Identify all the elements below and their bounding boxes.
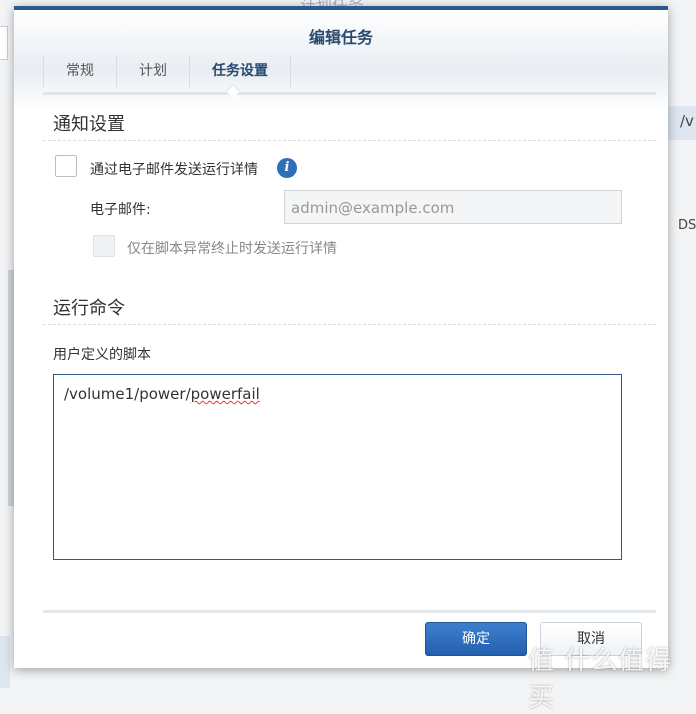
divider xyxy=(43,324,656,325)
dialog-header: 编辑任务 常规 计划 任务设置 xyxy=(14,10,668,110)
dialog-title: 编辑任务 xyxy=(308,28,373,47)
background-panel xyxy=(0,26,8,60)
ok-button[interactable]: 确定 xyxy=(425,622,527,656)
background-row-text: /v xyxy=(668,106,696,140)
email-label: 电子邮件: xyxy=(90,202,151,218)
notify-section-title: 通知设置 xyxy=(53,114,125,135)
footer-divider xyxy=(43,610,656,613)
tab-bar: 常规 计划 任务设置 xyxy=(43,55,291,87)
edit-task-dialog: 编辑任务 常规 计划 任务设置 通知设置 通过电子邮件发送运行详情 i 电子邮件… xyxy=(14,6,668,668)
info-icon[interactable]: i xyxy=(277,158,297,178)
background-selected-item xyxy=(0,636,10,688)
email-input[interactable]: admin@example.com xyxy=(284,190,622,224)
tab-divider xyxy=(43,92,656,95)
email-details-label: 通过电子邮件发送运行详情 xyxy=(90,162,258,178)
tab-task-settings[interactable]: 任务设置 xyxy=(189,55,291,87)
command-section-title: 运行命令 xyxy=(53,298,125,319)
abnormal-only-checkbox[interactable] xyxy=(93,235,115,257)
script-textarea[interactable]: /volume1/power/powerfail xyxy=(53,374,622,560)
abnormal-only-label: 仅在脚本异常终止时发送运行详情 xyxy=(127,241,337,257)
script-label: 用户定义的脚本 xyxy=(53,347,151,363)
divider xyxy=(43,140,656,141)
tab-schedule[interactable]: 计划 xyxy=(116,55,189,87)
watermark: 值 什么值得买 xyxy=(528,646,673,713)
tab-general[interactable]: 常规 xyxy=(43,55,116,87)
script-text: /volume1/power/ xyxy=(64,385,191,403)
script-text-misspelled: powerfail xyxy=(190,385,260,403)
background-row-text: DS xyxy=(678,218,696,233)
email-details-checkbox[interactable] xyxy=(55,155,77,177)
